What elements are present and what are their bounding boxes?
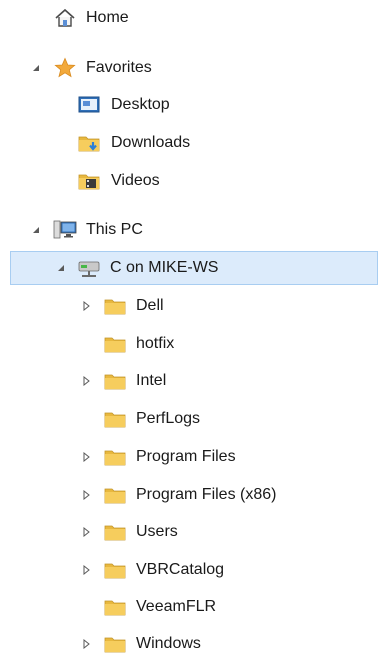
tree-item-label: VeeamFLR xyxy=(136,598,217,615)
folder-icon xyxy=(103,407,127,431)
folder-icon xyxy=(103,294,127,318)
folder-icon xyxy=(103,520,127,544)
tree-item-label: Dell xyxy=(136,297,164,314)
tree-item-videos[interactable]: Videos xyxy=(0,164,379,198)
navigation-pane-tree: Home Favorites Desktop Downloads Videos … xyxy=(0,0,379,656)
tree-item-label: Favorites xyxy=(86,59,152,76)
folder-icon xyxy=(103,332,127,356)
tree-item-vbrcatalog[interactable]: VBRCatalog xyxy=(0,553,379,587)
tree-item-label: Downloads xyxy=(111,134,191,151)
tree-item-veeamflr[interactable]: VeeamFLR xyxy=(0,590,379,624)
desktop-icon xyxy=(77,93,101,117)
tree-item-label: Videos xyxy=(111,172,160,189)
tree-item-label: Users xyxy=(136,523,178,540)
folder-icon xyxy=(103,632,127,656)
tree-item-favorites[interactable]: Favorites xyxy=(0,51,379,85)
folder-icon xyxy=(103,369,127,393)
folder-icon xyxy=(103,483,127,507)
tree-item-label: PerfLogs xyxy=(136,410,201,427)
folder-icon xyxy=(103,595,127,619)
tree-item-users[interactable]: Users xyxy=(0,515,379,549)
folder-icon xyxy=(103,445,127,469)
tree-item-label: Program Files (x86) xyxy=(136,486,277,503)
tree-item-label: Intel xyxy=(136,372,167,389)
chevron-collapsed-icon[interactable] xyxy=(80,489,92,501)
videos-folder-icon xyxy=(77,169,101,193)
tree-item-label: hotfix xyxy=(136,335,175,352)
chevron-expanded-icon[interactable] xyxy=(30,224,42,236)
star-icon xyxy=(53,56,77,80)
tree-item-program-files[interactable]: Program Files xyxy=(0,440,379,474)
tree-item-label: VBRCatalog xyxy=(136,561,225,578)
tree-item-label: Windows xyxy=(136,635,201,652)
folder-icon xyxy=(103,558,127,582)
tree-item-c-on-mike-ws[interactable]: C on MIKE-WS xyxy=(10,251,378,285)
tree-item-desktop[interactable]: Desktop xyxy=(0,88,379,122)
tree-item-hotfix[interactable]: hotfix xyxy=(0,327,379,361)
tree-item-label: Program Files xyxy=(136,448,236,465)
chevron-expanded-icon[interactable] xyxy=(30,62,42,74)
home-icon xyxy=(53,6,77,30)
downloads-folder-icon xyxy=(77,131,101,155)
chevron-collapsed-icon[interactable] xyxy=(80,638,92,650)
chevron-expanded-icon[interactable] xyxy=(55,262,67,274)
tree-item-label: Home xyxy=(86,9,129,26)
chevron-collapsed-icon[interactable] xyxy=(80,564,92,576)
tree-item-program-files-x86[interactable]: Program Files (x86) xyxy=(0,478,379,512)
chevron-collapsed-icon[interactable] xyxy=(80,451,92,463)
tree-item-this-pc[interactable]: This PC xyxy=(0,213,379,247)
network-drive-icon xyxy=(77,256,101,280)
tree-item-home[interactable]: Home xyxy=(0,1,379,35)
chevron-collapsed-icon[interactable] xyxy=(80,375,92,387)
tree-item-label: Desktop xyxy=(111,96,170,113)
tree-item-label: C on MIKE-WS xyxy=(110,259,219,276)
tree-item-dell[interactable]: Dell xyxy=(0,289,379,323)
tree-item-downloads[interactable]: Downloads xyxy=(0,126,379,160)
tree-item-perflogs[interactable]: PerfLogs xyxy=(0,402,379,436)
tree-item-label: This PC xyxy=(86,221,143,238)
chevron-collapsed-icon[interactable] xyxy=(80,300,92,312)
tree-item-intel[interactable]: Intel xyxy=(0,364,379,398)
computer-icon xyxy=(53,218,77,242)
chevron-collapsed-icon[interactable] xyxy=(80,526,92,538)
